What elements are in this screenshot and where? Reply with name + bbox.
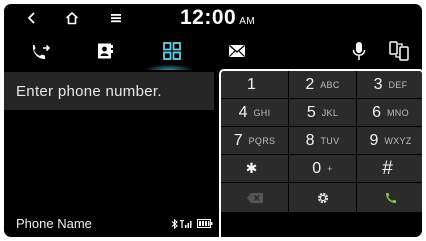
key-3[interactable]: 3 DEF <box>357 71 422 98</box>
key-digit: 8 <box>305 131 315 149</box>
key-digit: ✱ <box>245 160 258 176</box>
clock-time: 12:00 <box>180 6 237 29</box>
key-digit: 1 <box>247 75 256 93</box>
key-5[interactable]: 5 JKL <box>289 99 356 126</box>
call-button[interactable] <box>357 183 422 212</box>
key-letters: ABC <box>320 79 340 90</box>
key-digit: 9 <box>369 131 379 149</box>
tab-keypad[interactable] <box>147 34 197 68</box>
tab-contacts[interactable] <box>80 34 130 68</box>
key-letters: MNO <box>387 107 409 118</box>
key-digit: 5 <box>306 103 316 121</box>
menu-icon[interactable] <box>108 9 124 27</box>
tab-bar <box>4 34 422 68</box>
signal-icon <box>180 220 192 228</box>
home-icon[interactable] <box>63 9 81 27</box>
key-2[interactable]: 2 ABC <box>289 71 356 98</box>
key-digit: 2 <box>305 75 315 93</box>
phone-number-input[interactable]: Enter phone number. <box>4 72 214 110</box>
backspace-button[interactable] <box>221 183 288 212</box>
key-6[interactable]: 6 MNO <box>357 99 422 126</box>
phone-name: Phone Name <box>16 216 92 231</box>
tab-selected-indicator <box>144 64 194 70</box>
dial-keypad: 1 2 ABC 3 DEF 4 GHI 5 JKL 6 MNO 7 PQRS 8 TUV 9W… <box>219 69 422 237</box>
key-letters: TUV <box>320 135 340 146</box>
key-digit: # <box>382 157 393 179</box>
key-7[interactable]: 7 PQRS <box>221 127 288 154</box>
call-history-icon <box>33 44 51 59</box>
key-hash[interactable]: # <box>357 155 422 182</box>
chevron-left-icon[interactable] <box>24 9 40 27</box>
contacts-icon <box>98 43 113 59</box>
tab-switch-device[interactable] <box>374 34 422 68</box>
key-letters: GHI <box>253 107 271 118</box>
key-4[interactable]: 4 GHI <box>221 99 288 126</box>
tab-call-history[interactable] <box>16 34 66 68</box>
switch-device-icon <box>389 41 409 61</box>
key-1[interactable]: 1 <box>221 71 288 98</box>
key-digit: 6 <box>372 103 381 121</box>
message-icon <box>229 44 245 57</box>
device-info: Phone Name <box>4 210 218 236</box>
key-letters: JKL <box>321 107 339 118</box>
clock-ampm: AM <box>239 16 256 27</box>
keypad-icon <box>163 42 181 60</box>
key-0[interactable]: 0 + <box>289 155 356 182</box>
settings-icon <box>317 192 328 203</box>
key-digit: 0 <box>312 159 322 177</box>
call-icon <box>385 192 396 203</box>
key-letters: PQRS <box>248 135 276 146</box>
key-letters: WXYZ <box>384 135 412 146</box>
bluetooth-icon <box>171 219 178 229</box>
key-letters: DEF <box>388 79 408 90</box>
phone-screen: 12:00 AM Enter phone number. Phone Name … <box>4 4 422 237</box>
key-digit: 4 <box>238 103 248 121</box>
key-letters: + <box>327 163 333 174</box>
key-digit: 7 <box>233 131 243 149</box>
key-star[interactable]: ✱ <box>221 155 288 182</box>
phone-number-placeholder: Enter phone number. <box>16 82 162 100</box>
backspace-icon <box>246 192 263 203</box>
battery-icon <box>197 219 213 228</box>
microphone-icon <box>352 42 366 60</box>
status-bar: 12:00 AM <box>4 4 422 33</box>
tab-messages[interactable] <box>212 34 262 68</box>
key-9[interactable]: 9 WXYZ <box>357 127 422 154</box>
key-8[interactable]: 8 TUV <box>289 127 356 154</box>
key-digit: 3 <box>373 75 383 93</box>
keypad-settings-button[interactable] <box>289 183 356 212</box>
clock: 12:00 AM <box>180 6 255 30</box>
